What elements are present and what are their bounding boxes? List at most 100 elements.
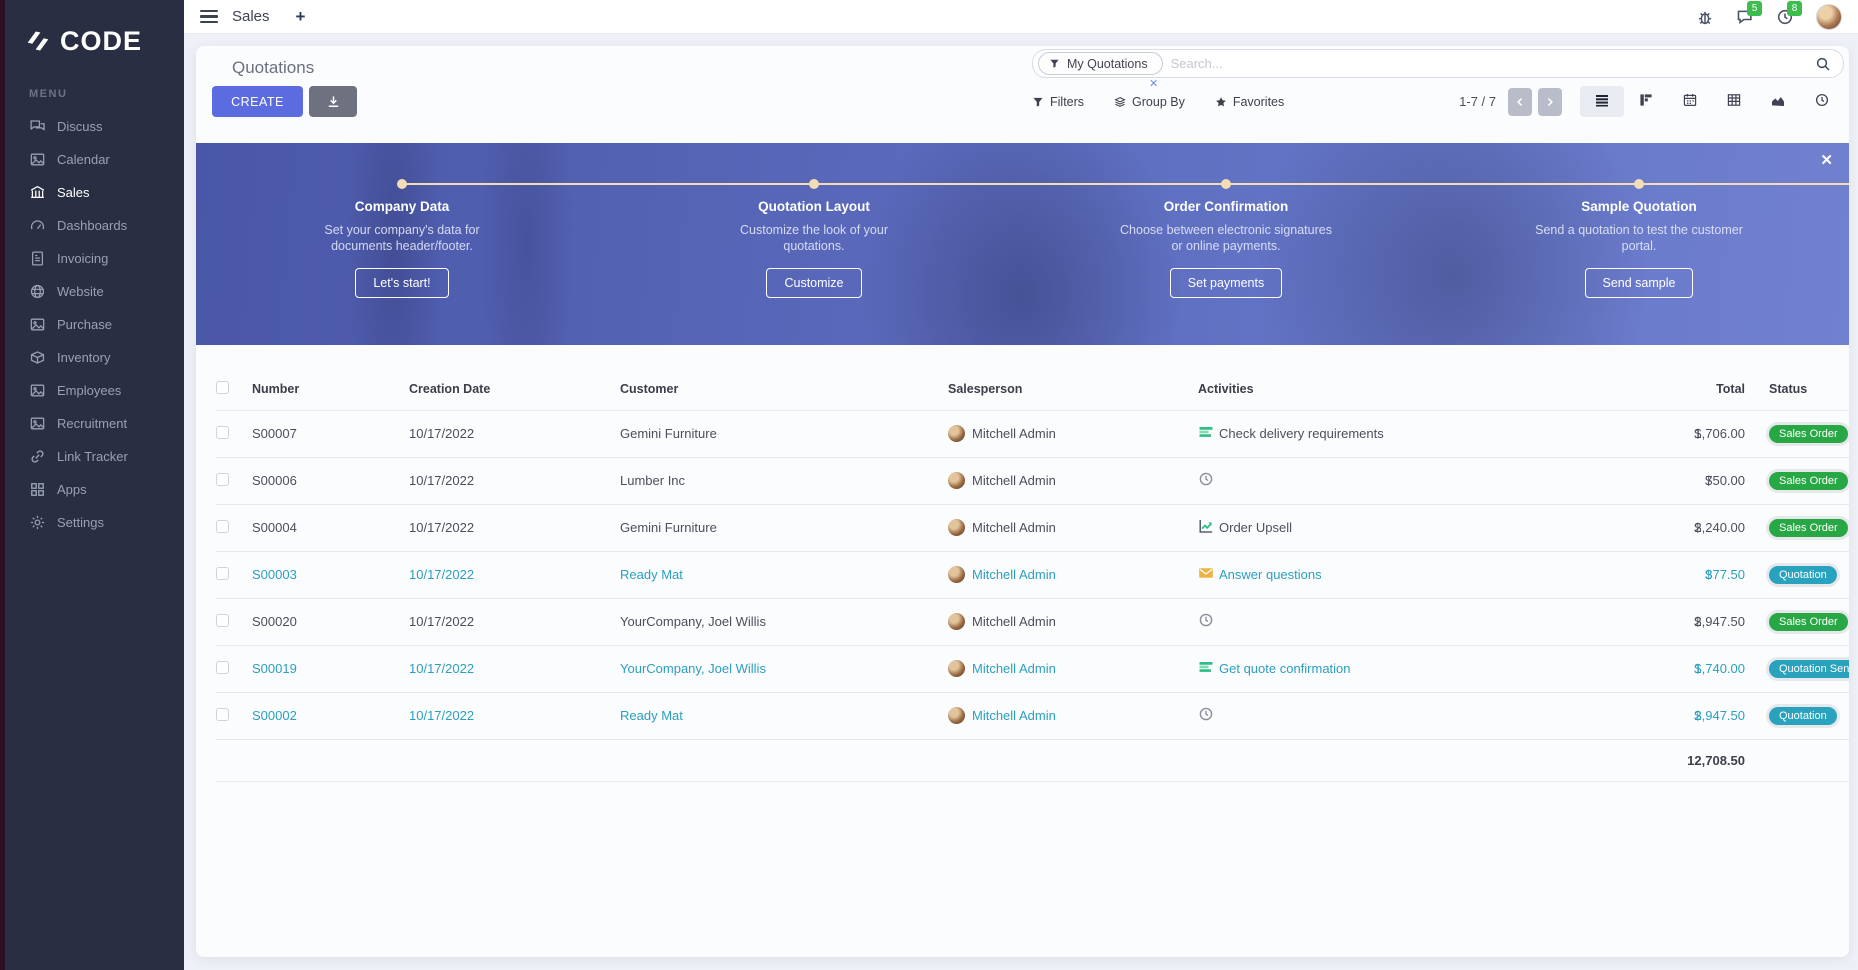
sidebar-item-label: Sales bbox=[57, 185, 90, 200]
calendar-view-button[interactable] bbox=[1668, 86, 1712, 117]
funnel-icon bbox=[1049, 58, 1060, 69]
column-header-number[interactable]: Number bbox=[252, 368, 409, 410]
pager-next-button[interactable] bbox=[1538, 88, 1562, 116]
graph-view-button[interactable] bbox=[1756, 86, 1800, 117]
activity-view-button[interactable] bbox=[1800, 86, 1844, 117]
list-icon bbox=[1594, 92, 1610, 111]
filter-chip-my-quotations[interactable]: My Quotations bbox=[1038, 52, 1163, 75]
row-checkbox[interactable] bbox=[216, 614, 229, 627]
column-header-total[interactable]: Total bbox=[1658, 368, 1753, 410]
row-checkbox[interactable] bbox=[216, 473, 229, 486]
row-checkbox[interactable] bbox=[216, 567, 229, 580]
brand-logo[interactable]: CODE bbox=[5, 0, 184, 62]
total-amount: 2,947.50 bbox=[1694, 614, 1745, 629]
group-by-button[interactable]: Group By bbox=[1114, 95, 1185, 109]
pivot-view-button[interactable] bbox=[1712, 86, 1756, 117]
quotations-table: NumberCreation DateCustomerSalespersonAc… bbox=[216, 368, 1849, 782]
sidebar-item-sales[interactable]: Sales bbox=[5, 176, 184, 209]
sidebar-item-settings[interactable]: Settings bbox=[5, 506, 184, 539]
search-input[interactable] bbox=[1171, 56, 1815, 71]
sidebar-item-recruitment[interactable]: Recruitment bbox=[5, 407, 184, 440]
select-all-checkbox[interactable] bbox=[216, 381, 229, 394]
step-title: Quotation Layout bbox=[689, 199, 939, 214]
search-icon[interactable] bbox=[1815, 56, 1831, 72]
sidebar-item-inventory[interactable]: Inventory bbox=[5, 341, 184, 374]
banner-close-icon[interactable]: ✕ bbox=[1820, 151, 1833, 169]
table-row-s00020[interactable]: S0002010/17/2022YourCompany, Joel Willis… bbox=[216, 598, 1849, 645]
activity-label: Check delivery requirements bbox=[1219, 426, 1384, 441]
customer-name: YourCompany, Joel Willis bbox=[620, 614, 766, 629]
shop-icon bbox=[29, 184, 46, 201]
new-tab-button[interactable]: + bbox=[296, 7, 306, 27]
envelope-icon[interactable] bbox=[1198, 565, 1214, 584]
step-action-button[interactable]: Let's start! bbox=[355, 268, 448, 298]
column-header-status[interactable]: Status bbox=[1753, 368, 1849, 410]
table-row-s00003[interactable]: S0000310/17/2022Ready MatMitchell AdminA… bbox=[216, 551, 1849, 598]
messages-icon[interactable]: 5 bbox=[1736, 8, 1754, 26]
column-header-activities[interactable]: Activities bbox=[1198, 368, 1658, 410]
activity-label: Order Upsell bbox=[1219, 520, 1292, 535]
clock-icon[interactable] bbox=[1198, 471, 1214, 490]
clock-icon[interactable] bbox=[1198, 706, 1214, 725]
sidebar-item-employees[interactable]: Employees bbox=[5, 374, 184, 407]
salesperson-avatar bbox=[948, 707, 965, 724]
sidebar-item-dashboards[interactable]: Dashboards bbox=[5, 209, 184, 242]
page-title: Quotations bbox=[232, 58, 314, 78]
customer-name: Ready Mat bbox=[620, 567, 683, 582]
quotation-number: S00004 bbox=[252, 520, 297, 535]
clock-icon[interactable] bbox=[1198, 612, 1214, 631]
filters-button[interactable]: Filters bbox=[1032, 95, 1084, 109]
favorites-button[interactable]: Favorites bbox=[1215, 95, 1284, 109]
gauge-icon bbox=[29, 217, 46, 234]
sidebar-item-discuss[interactable]: Discuss bbox=[5, 110, 184, 143]
step-action-button[interactable]: Customize bbox=[766, 268, 861, 298]
sidebar-item-calendar[interactable]: Calendar bbox=[5, 143, 184, 176]
hamburger-menu-icon[interactable] bbox=[200, 10, 218, 24]
tasks-icon[interactable] bbox=[1198, 659, 1214, 678]
table-row-s00007[interactable]: S0000710/17/2022Gemini FurnitureMitchell… bbox=[216, 410, 1849, 457]
tasks-icon[interactable] bbox=[1198, 424, 1214, 443]
quotation-number: S00020 bbox=[252, 614, 297, 629]
create-button[interactable]: CREATE bbox=[212, 86, 303, 117]
user-avatar[interactable] bbox=[1816, 4, 1842, 30]
table-row-s00019[interactable]: S0001910/17/2022YourCompany, Joel Willis… bbox=[216, 645, 1849, 692]
kanban-view-button[interactable] bbox=[1624, 86, 1668, 117]
column-header-salesperson[interactable]: Salesperson bbox=[948, 368, 1198, 410]
step-action-button[interactable]: Set payments bbox=[1170, 268, 1282, 298]
status-badge: Quotation bbox=[1769, 566, 1837, 584]
table-row-s00002[interactable]: S0000210/17/2022Ready MatMitchell Admin$… bbox=[216, 692, 1849, 739]
activities-clock-icon[interactable]: 8 bbox=[1776, 8, 1794, 26]
column-header-creation-date[interactable]: Creation Date bbox=[409, 368, 620, 410]
timeline-dot bbox=[1221, 179, 1231, 189]
content-card: Quotations CREATE My Quotations ✕ Filter… bbox=[196, 46, 1849, 957]
row-checkbox[interactable] bbox=[216, 520, 229, 533]
row-checkbox[interactable] bbox=[216, 708, 229, 721]
sidebar-item-apps[interactable]: Apps bbox=[5, 473, 184, 506]
status-badge: Sales Order bbox=[1769, 613, 1848, 631]
sidebar-item-link-tracker[interactable]: Link Tracker bbox=[5, 440, 184, 473]
sidebar-item-invoicing[interactable]: Invoicing bbox=[5, 242, 184, 275]
pager-prev-button[interactable] bbox=[1508, 88, 1532, 116]
active-app-tab[interactable]: Sales bbox=[232, 8, 270, 25]
table-row-s00006[interactable]: S0000610/17/2022Lumber IncMitchell Admin… bbox=[216, 457, 1849, 504]
row-checkbox[interactable] bbox=[216, 426, 229, 439]
sidebar-item-purchase[interactable]: Purchase bbox=[5, 308, 184, 341]
creation-date: 10/17/2022 bbox=[409, 661, 474, 676]
favorites-label: Favorites bbox=[1233, 95, 1284, 109]
onboarding-step-sample-quotation: Sample QuotationSend a quotation to test… bbox=[1514, 199, 1764, 298]
step-action-button[interactable]: Send sample bbox=[1585, 268, 1694, 298]
sidebar-item-website[interactable]: Website bbox=[5, 275, 184, 308]
table-header-row: NumberCreation DateCustomerSalespersonAc… bbox=[216, 368, 1849, 410]
activity-label: Get quote confirmation bbox=[1219, 661, 1351, 676]
trend-icon[interactable] bbox=[1198, 518, 1214, 537]
column-header-customer[interactable]: Customer bbox=[620, 368, 948, 410]
debug-bug-icon[interactable] bbox=[1696, 8, 1714, 26]
list-view-button[interactable] bbox=[1580, 86, 1624, 117]
quotation-number: S00019 bbox=[252, 661, 297, 676]
salesperson-name: Mitchell Admin bbox=[972, 614, 1056, 629]
onboarding-step-company-data: Company DataSet your company's data for … bbox=[277, 199, 527, 298]
creation-date: 10/17/2022 bbox=[409, 473, 474, 488]
row-checkbox[interactable] bbox=[216, 661, 229, 674]
table-row-s00004[interactable]: S0000410/17/2022Gemini FurnitureMitchell… bbox=[216, 504, 1849, 551]
export-button[interactable] bbox=[309, 86, 357, 117]
